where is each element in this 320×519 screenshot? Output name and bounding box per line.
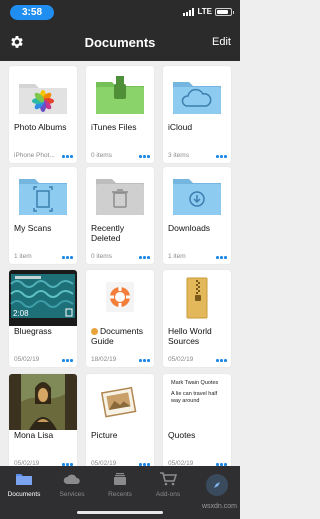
file-card-hello-world-sources[interactable]: Hello World Sources 05/02/19 [163,270,231,367]
file-subtitle: 05/02/19 [14,356,40,363]
file-card-recently-deleted[interactable]: Recently Deleted 0 items [86,167,154,264]
painting-thumbnail [9,374,77,430]
file-card-quotes[interactable]: Mark Twain Quotes A lie can travel half … [163,374,231,471]
trash-folder-icon [96,179,144,215]
file-card-itunes-files[interactable]: iTunes Files 0 items [86,66,154,163]
file-card-picture[interactable]: Picture 05/02/19 [86,374,154,471]
page-title: Documents [84,35,156,50]
file-name: Picture [91,430,118,440]
file-card-photo-albums[interactable]: Photo Albums iPhone Phot... [9,66,77,163]
file-subtitle: 1 item [14,253,32,260]
cart-icon [160,472,177,486]
file-name: Quotes [168,430,196,440]
top-bar: 3:58 LTE Documents Edit [0,0,240,61]
recents-icon [114,473,126,485]
lifebuoy-icon [106,282,134,312]
edit-button[interactable]: Edit [212,36,231,48]
file-card-icloud[interactable]: iCloud 3 items [163,66,231,163]
tab-label: Recents [108,491,132,498]
file-name: My Scans [14,223,52,233]
scan-folder-icon [19,179,67,215]
file-name: Mona Lisa [14,430,54,440]
watermark: wsxdn.com [201,503,237,510]
video-thumbnail: 2:08 [9,270,77,326]
file-subtitle: 1 item [168,253,186,260]
tab-add-ons[interactable]: Add-ons [144,472,192,498]
file-subtitle: 05/02/19 [168,356,194,363]
home-indicator [77,511,163,514]
more-options-icon[interactable] [216,359,227,362]
cloud-folder-icon [173,82,221,114]
download-folder-icon [173,179,221,215]
file-subtitle: 3 items [168,152,189,159]
note-preview-body: A lie can travel half way around [171,391,218,404]
more-options-icon[interactable] [216,155,227,158]
file-name: Documents Guide [91,326,151,346]
more-options-icon[interactable] [62,359,73,362]
tab-recents[interactable]: Recents [96,472,144,498]
file-subtitle: 18/02/19 [91,356,117,363]
file-name: Hello World Sources [168,326,212,346]
file-name: Bluegrass [14,326,52,336]
file-name-text: Documents Guide [91,326,143,346]
browser-compass-button[interactable] [206,474,228,496]
video-duration: 2:08 [13,309,29,318]
color-tag-dot [91,328,98,335]
file-card-bluegrass[interactable]: 2:08 Bluegrass 05/02/19 [9,270,77,367]
photos-folder-icon [19,84,67,114]
note-preview-title: Mark Twain Quotes [171,380,219,386]
file-name: Photo Albums [14,122,67,132]
tab-label: Services [59,491,85,498]
file-name: Recently Deleted [91,223,125,243]
file-card-documents-guide[interactable]: Documents Guide 18/02/19 [86,270,154,367]
file-card-my-scans[interactable]: My Scans 1 item [9,167,77,264]
compass-icon [214,482,220,488]
file-card-downloads[interactable]: Downloads 1 item [163,167,231,264]
more-options-icon[interactable] [216,256,227,259]
network-label: LTE [197,7,212,16]
folder-icon [16,474,32,485]
file-subtitle: 0 items [91,253,112,260]
more-options-icon[interactable] [139,256,150,259]
file-name: iCloud [168,122,193,132]
more-options-icon[interactable] [62,155,73,158]
tab-documents[interactable]: Documents [0,472,48,498]
more-options-icon[interactable] [62,256,73,259]
zip-archive-icon [186,277,208,319]
more-options-icon[interactable] [139,155,150,158]
photo-thumbnail [100,386,137,418]
file-card-mona-lisa[interactable]: Mona Lisa 05/02/19 [9,374,77,471]
status-time: 3:58 [10,5,54,20]
status-indicators: LTE [183,7,234,16]
battery-icon [215,7,234,16]
file-subtitle: 0 items [91,152,112,159]
signal-icon [183,7,195,16]
tab-label: Documents [7,491,41,498]
tab-services[interactable]: Services [48,472,96,498]
file-name: Downloads [168,223,211,233]
file-name: iTunes Files [91,122,137,132]
usb-folder-icon [96,76,144,114]
cloud-icon [63,474,80,484]
text-note-thumbnail: Mark Twain Quotes A lie can travel half … [163,374,231,430]
file-subtitle: iPhone Phot... [14,152,55,159]
tab-label: Add-ons [155,491,181,498]
more-options-icon[interactable] [139,359,150,362]
